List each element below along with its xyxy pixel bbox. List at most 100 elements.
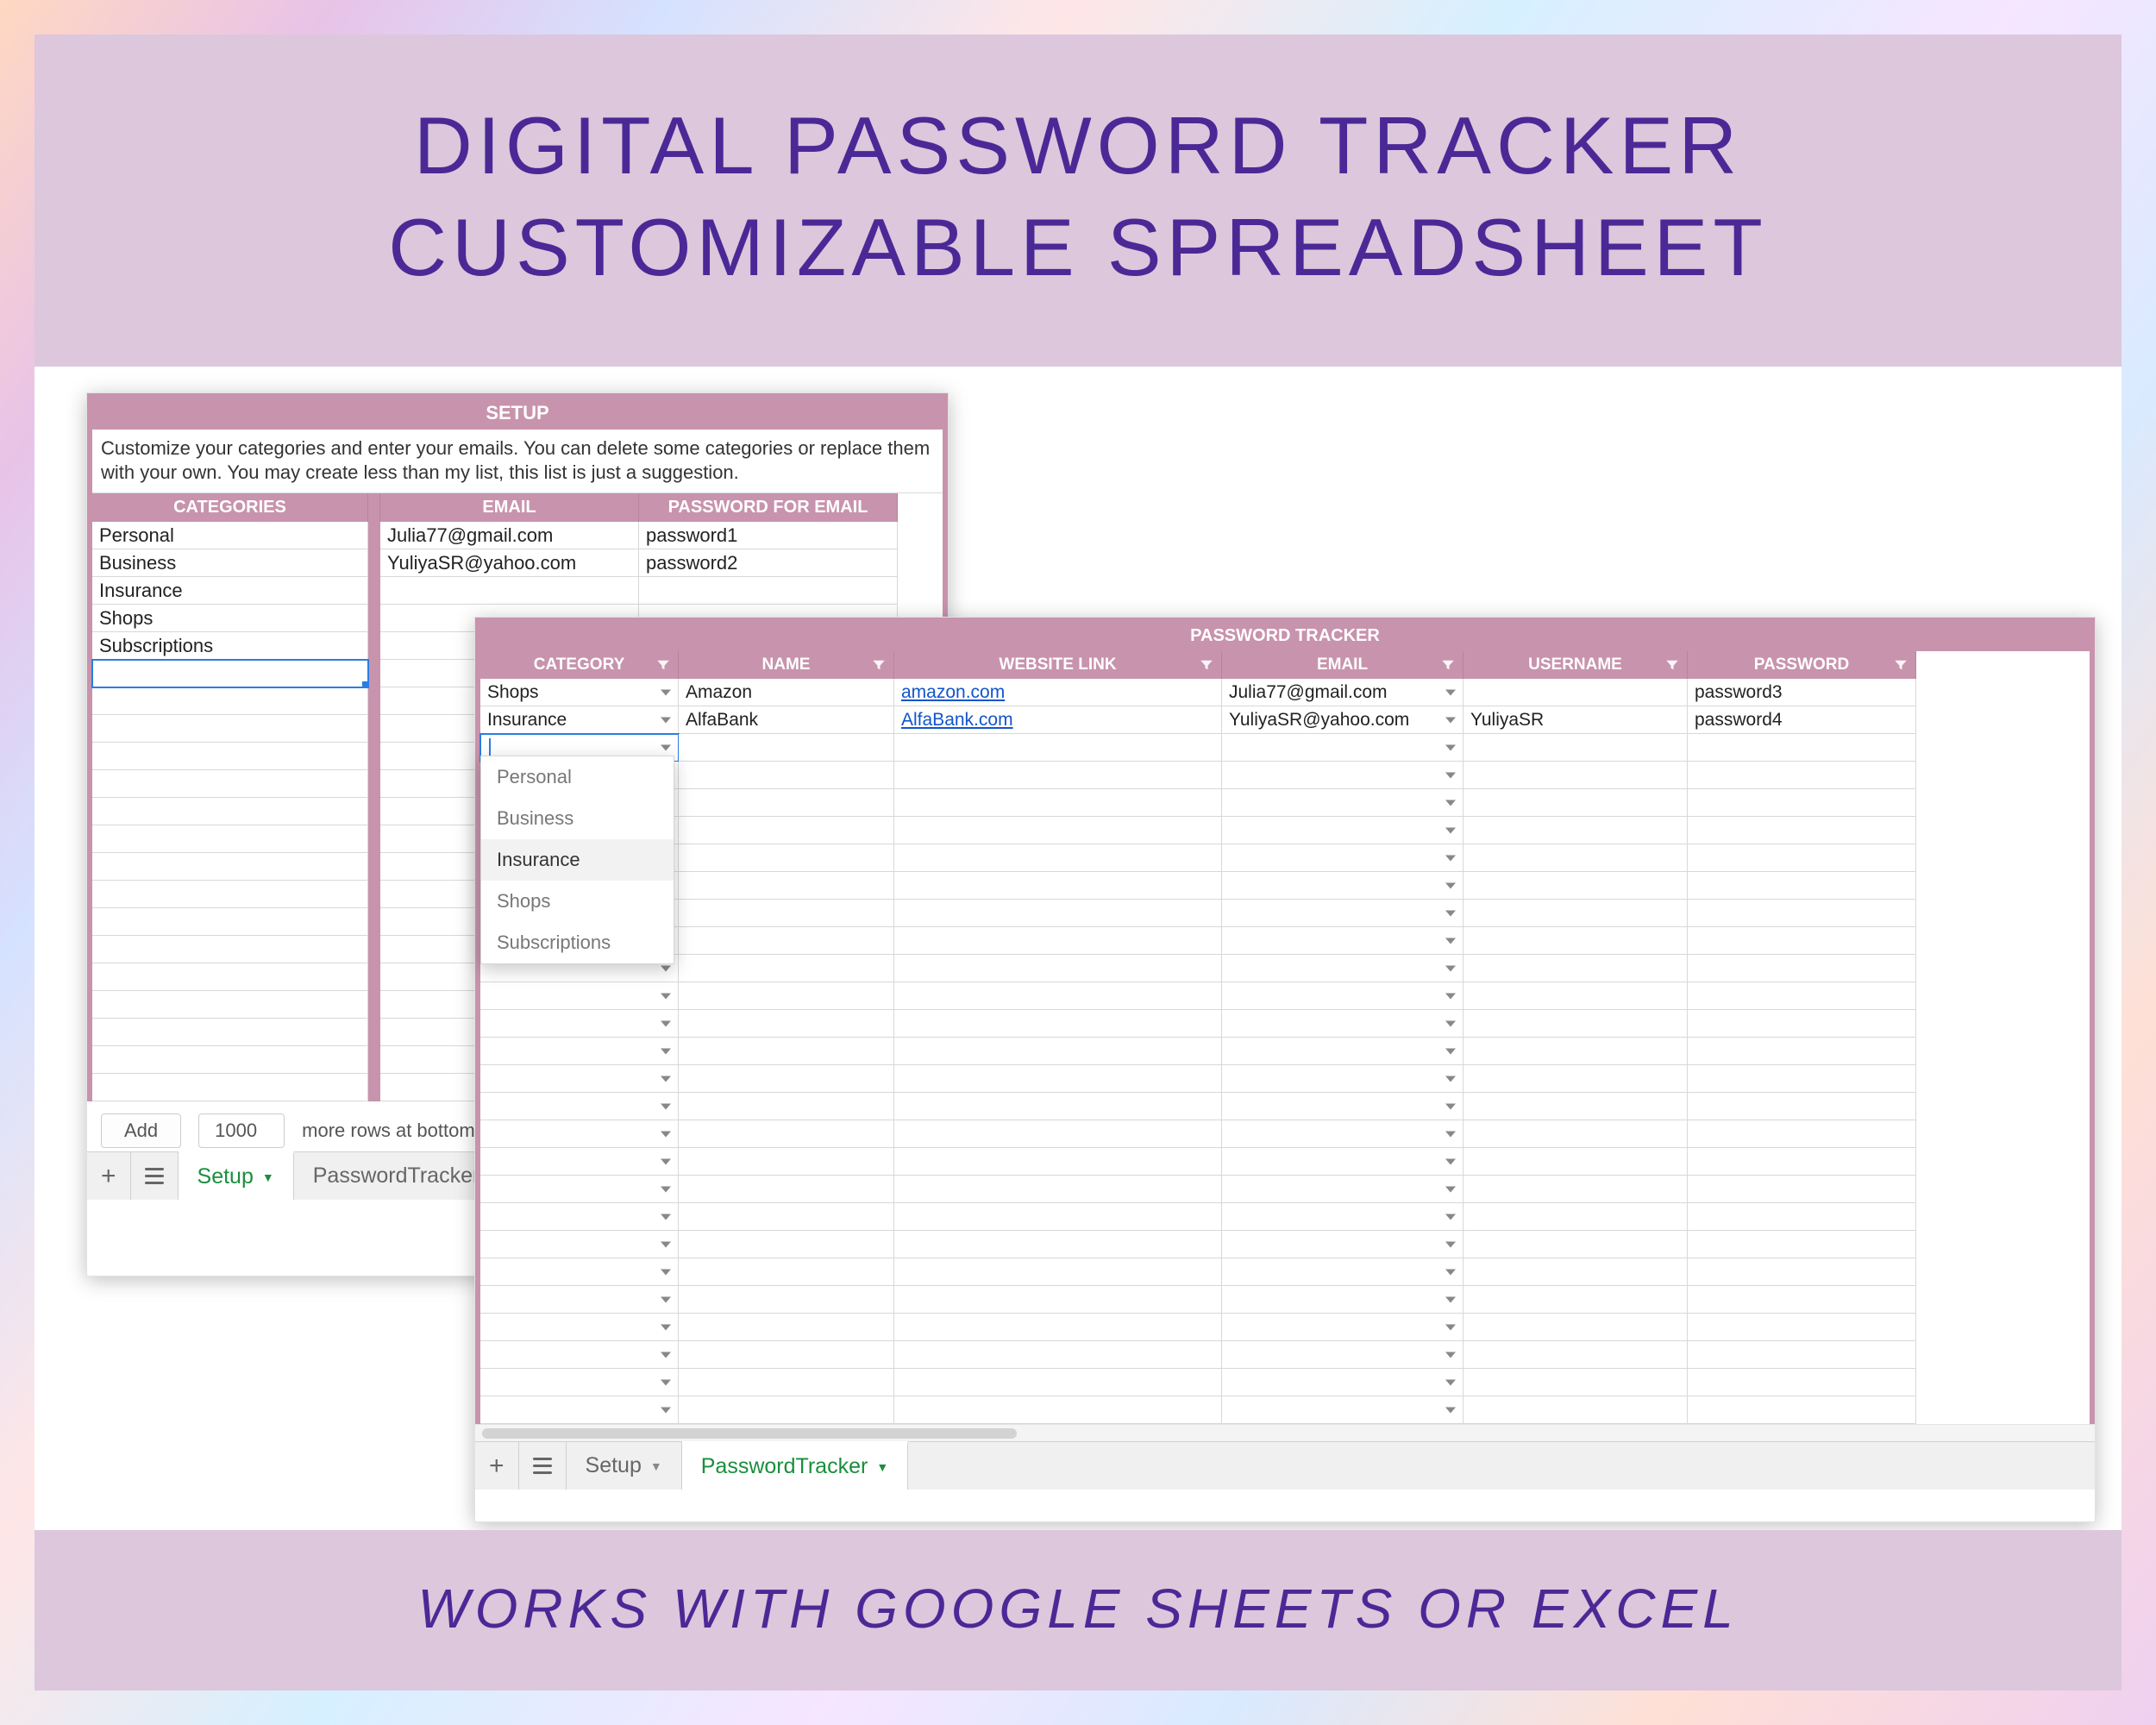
website-cell[interactable] — [894, 955, 1222, 982]
name-cell[interactable] — [679, 1176, 894, 1203]
website-cell[interactable] — [894, 1396, 1222, 1424]
category-cell[interactable] — [92, 743, 368, 770]
category-cell[interactable]: Insurance — [92, 577, 368, 605]
password-cell[interactable] — [1688, 1093, 1916, 1120]
category-cell[interactable] — [92, 687, 368, 715]
email-cell[interactable] — [1222, 982, 1463, 1010]
website-cell[interactable] — [894, 1010, 1222, 1038]
name-cell[interactable] — [679, 1396, 894, 1424]
password-cell[interactable] — [1688, 1396, 1916, 1424]
category-cell[interactable] — [92, 798, 368, 825]
website-cell[interactable] — [894, 1286, 1222, 1314]
username-cell[interactable] — [1463, 1176, 1688, 1203]
category-cell[interactable]: Personal — [92, 522, 368, 549]
name-cell[interactable] — [679, 1286, 894, 1314]
email-cell[interactable] — [1222, 1341, 1463, 1369]
category-cell[interactable] — [480, 1148, 679, 1176]
name-cell[interactable] — [679, 1120, 894, 1148]
category-cell[interactable] — [480, 1038, 679, 1065]
category-cell[interactable] — [92, 853, 368, 881]
password-cell[interactable] — [1688, 1286, 1916, 1314]
category-cell[interactable] — [92, 1046, 368, 1074]
category-cell[interactable] — [480, 1203, 679, 1231]
website-cell[interactable] — [894, 1231, 1222, 1258]
email-cell[interactable] — [1222, 1314, 1463, 1341]
password-cell[interactable] — [1688, 900, 1916, 927]
email-cell[interactable] — [1222, 844, 1463, 872]
add-rows-count[interactable]: 1000 — [198, 1113, 285, 1148]
category-cell[interactable] — [92, 963, 368, 991]
category-cell[interactable] — [480, 1396, 679, 1424]
add-sheet-button[interactable] — [475, 1442, 519, 1490]
username-cell[interactable] — [1463, 1341, 1688, 1369]
username-cell[interactable] — [1463, 817, 1688, 844]
username-cell[interactable] — [1463, 1148, 1688, 1176]
password-cell[interactable] — [1688, 844, 1916, 872]
website-cell[interactable] — [894, 1176, 1222, 1203]
website-cell[interactable]: amazon.com — [894, 679, 1222, 706]
name-cell[interactable] — [679, 1093, 894, 1120]
category-cell[interactable] — [480, 1369, 679, 1396]
password-cell[interactable] — [1688, 817, 1916, 844]
username-cell[interactable] — [1463, 1314, 1688, 1341]
category-cell[interactable] — [92, 715, 368, 743]
name-cell[interactable] — [679, 1065, 894, 1093]
username-cell[interactable] — [1463, 872, 1688, 900]
password-cell[interactable] — [1688, 1176, 1916, 1203]
email-cell[interactable] — [1222, 1120, 1463, 1148]
email-cell[interactable]: YuliyaSR@yahoo.com — [1222, 706, 1463, 734]
password-cell[interactable]: password1 — [639, 522, 898, 549]
website-cell[interactable] — [894, 1120, 1222, 1148]
name-cell[interactable] — [679, 1038, 894, 1065]
password-cell[interactable] — [1688, 1231, 1916, 1258]
email-cell[interactable] — [1222, 789, 1463, 817]
website-cell[interactable] — [894, 927, 1222, 955]
tracker-header-email[interactable]: EMAIL — [1222, 651, 1463, 679]
email-cell[interactable] — [1222, 1010, 1463, 1038]
password-cell[interactable] — [1688, 762, 1916, 789]
category-cell[interactable] — [92, 1074, 368, 1101]
category-cell[interactable]: Business — [92, 549, 368, 577]
name-cell[interactable] — [679, 1258, 894, 1286]
filter-icon[interactable] — [1891, 656, 1910, 674]
category-cell[interactable] — [92, 1019, 368, 1046]
email-cell[interactable] — [1222, 1396, 1463, 1424]
password-cell[interactable] — [1688, 1314, 1916, 1341]
name-cell[interactable] — [679, 1231, 894, 1258]
website-cell[interactable] — [894, 872, 1222, 900]
website-cell[interactable] — [894, 1065, 1222, 1093]
username-cell[interactable] — [1463, 1369, 1688, 1396]
password-cell[interactable] — [1688, 955, 1916, 982]
category-cell[interactable] — [92, 770, 368, 798]
name-cell[interactable] — [679, 762, 894, 789]
dropdown-option[interactable]: Business — [481, 798, 674, 839]
website-cell[interactable] — [894, 734, 1222, 762]
website-cell[interactable] — [894, 1148, 1222, 1176]
username-cell[interactable] — [1463, 1258, 1688, 1286]
name-cell[interactable] — [679, 734, 894, 762]
filter-icon[interactable] — [1663, 656, 1682, 674]
category-cell[interactable] — [480, 1258, 679, 1286]
password-cell[interactable] — [1688, 1010, 1916, 1038]
name-cell[interactable] — [679, 789, 894, 817]
username-cell[interactable] — [1463, 1010, 1688, 1038]
dropdown-option[interactable]: Insurance — [481, 839, 674, 881]
password-cell[interactable] — [1688, 1203, 1916, 1231]
email-cell[interactable] — [1222, 1093, 1463, 1120]
website-cell[interactable] — [894, 1203, 1222, 1231]
filter-icon[interactable] — [654, 656, 673, 674]
name-cell[interactable] — [679, 1369, 894, 1396]
username-cell[interactable] — [1463, 734, 1688, 762]
password-cell[interactable] — [1688, 1258, 1916, 1286]
username-cell[interactable] — [1463, 844, 1688, 872]
website-cell[interactable] — [894, 762, 1222, 789]
website-cell[interactable] — [894, 1093, 1222, 1120]
password-cell[interactable] — [1688, 1120, 1916, 1148]
category-cell[interactable] — [480, 1010, 679, 1038]
category-cell[interactable]: Shops — [92, 605, 368, 632]
tracker-header-name[interactable]: NAME — [679, 651, 894, 679]
category-cell[interactable]: Insurance — [480, 706, 679, 734]
tracker-header-username[interactable]: USERNAME — [1463, 651, 1688, 679]
setup-header-password[interactable]: PASSWORD FOR EMAIL — [639, 493, 898, 522]
email-cell[interactable] — [1222, 1065, 1463, 1093]
